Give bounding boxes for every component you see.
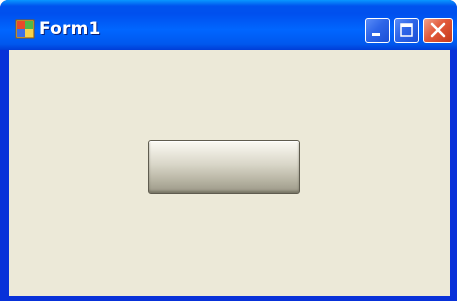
minimize-button[interactable] (365, 18, 390, 43)
title-bar[interactable]: Form1 (0, 0, 457, 50)
close-icon (430, 22, 446, 38)
window-title: Form1 (39, 19, 101, 39)
minimize-icon (372, 33, 380, 36)
windows-form-icon[interactable] (15, 19, 35, 39)
form-client-area (9, 50, 450, 296)
close-button[interactable] (423, 18, 453, 43)
form-button[interactable] (148, 140, 300, 194)
maximize-button[interactable] (394, 18, 419, 43)
form1-window: Form1 (0, 0, 457, 301)
maximize-icon (400, 23, 413, 37)
